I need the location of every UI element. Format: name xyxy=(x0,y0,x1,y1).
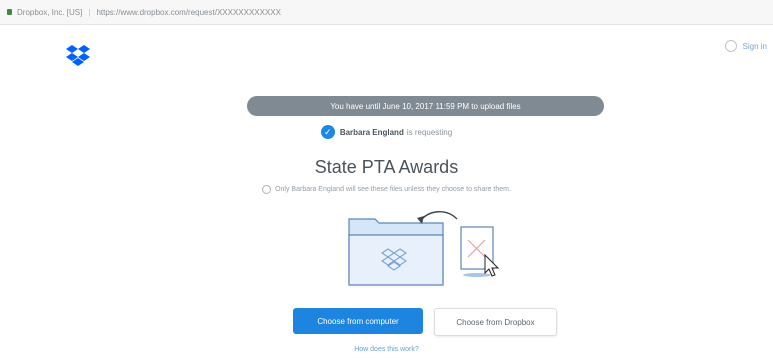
choose-from-dropbox-button[interactable]: Choose from Dropbox xyxy=(434,308,557,336)
deadline-banner: You have until June 10, 2017 11:59 PM to… xyxy=(247,96,604,116)
browser-address-bar[interactable]: Dropbox, Inc. [US] | https://www.dropbox… xyxy=(0,0,773,25)
how-it-works-link[interactable]: How does this work? xyxy=(0,346,773,353)
dropbox-logo-icon[interactable] xyxy=(66,44,90,66)
requester-name: Barbara England xyxy=(339,127,404,137)
site-identity: Dropbox, Inc. [US] xyxy=(17,7,83,17)
lock-icon xyxy=(7,9,12,15)
privacy-note-text: Only Barbara England will see these file… xyxy=(275,186,511,193)
requester-text: is requesting xyxy=(406,127,453,137)
sign-in-label: Sign in xyxy=(742,41,767,51)
url-separator: | xyxy=(88,7,91,17)
choose-from-computer-button[interactable]: Choose from computer xyxy=(293,308,423,334)
arrow-curve xyxy=(419,211,458,222)
sign-in-link[interactable]: Sign in xyxy=(724,40,767,52)
user-icon xyxy=(724,40,737,52)
info-icon xyxy=(262,185,272,194)
document-shadow xyxy=(463,273,491,277)
privacy-note: Only Barbara England will see these file… xyxy=(0,185,773,194)
url-text[interactable]: https://www.dropbox.com/request/XXXXXXXX… xyxy=(96,8,281,17)
requester-line: ✓ Barbara England is requesting xyxy=(0,125,773,139)
check-icon: ✓ xyxy=(320,125,335,139)
upload-illustration xyxy=(348,211,500,286)
request-title: State PTA Awards xyxy=(314,157,459,177)
